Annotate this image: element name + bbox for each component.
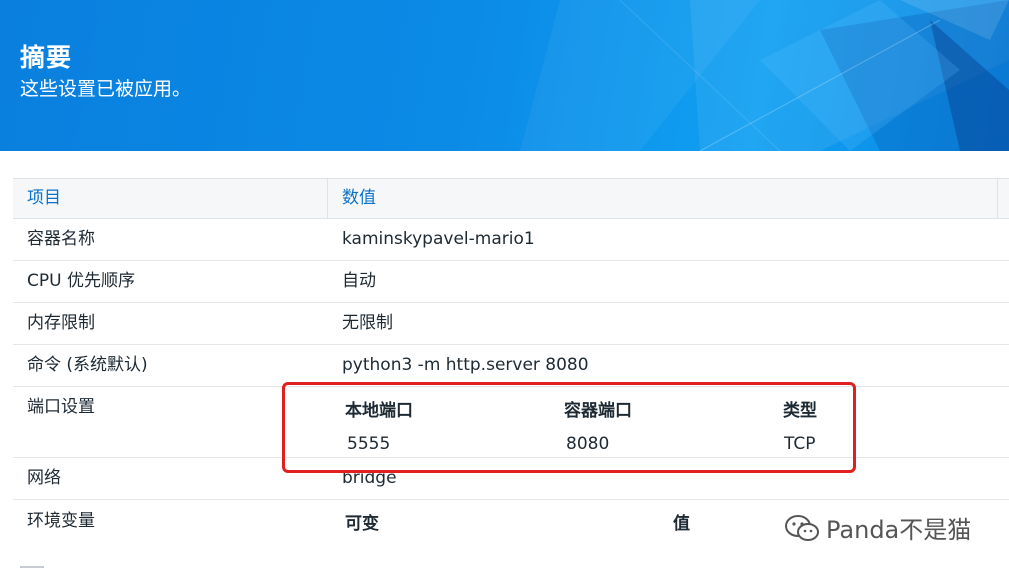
table-row: 命令 (系统默认) python3 -m http.server 8080 — [13, 345, 1009, 387]
row-value-network: bridge — [342, 468, 397, 488]
row-value-command: python3 -m http.server 8080 — [342, 355, 589, 375]
port-header-local: 本地端口 — [345, 401, 413, 421]
env-header-value: 值 — [673, 514, 690, 534]
row-value-memory-limit: 无限制 — [342, 313, 393, 333]
page-subtitle: 这些设置已被应用。 — [20, 78, 192, 100]
row-label-command: 命令 (系统默认) — [27, 355, 148, 375]
table-row: 网络 bridge — [13, 458, 1009, 500]
row-value-cpu-priority: 自动 — [342, 271, 376, 291]
row-label-cpu-priority: CPU 优先顺序 — [27, 271, 135, 291]
env-header-variable: 可变 — [345, 514, 379, 534]
table-row: 容器名称 kaminskypavel-mario1 — [13, 219, 1009, 261]
table-header-row: 项目 数值 — [13, 179, 1009, 219]
port-header-container: 容器端口 — [564, 401, 632, 421]
port-value-local: 5555 — [347, 434, 391, 454]
summary-table: 项目 数值 容器名称 kaminskypavel-mario1 CPU 优先顺序… — [13, 178, 1009, 560]
row-label-container-name: 容器名称 — [27, 229, 95, 249]
table-row: 内存限制 无限制 — [13, 303, 1009, 345]
wechat-icon — [785, 514, 819, 541]
port-header-type: 类型 — [783, 401, 817, 421]
row-label-env: 环境变量 — [27, 511, 95, 531]
row-label-memory-limit: 内存限制 — [27, 313, 95, 333]
watermark: Panda不是猫 — [780, 508, 976, 547]
row-value-container-name: kaminskypavel-mario1 — [342, 229, 535, 249]
column-header-value: 数值 — [342, 188, 376, 208]
row-label-port-settings: 端口设置 — [27, 397, 95, 417]
column-header-item: 项目 — [13, 179, 328, 218]
page-title: 摘要 — [20, 43, 73, 72]
table-row: CPU 优先顺序 自动 — [13, 261, 1009, 303]
table-header-divider — [997, 179, 998, 218]
table-row-port-settings: 端口设置 本地端口 容器端口 类型 5555 8080 TCP — [13, 387, 1009, 458]
summary-header: 摘要 这些设置已被应用。 — [0, 0, 1009, 151]
bottom-edge-mark — [20, 566, 44, 568]
row-label-network: 网络 — [27, 468, 61, 488]
watermark-text: Panda不是猫 — [826, 516, 972, 544]
port-value-type: TCP — [784, 434, 816, 454]
port-value-container: 8080 — [566, 434, 610, 454]
